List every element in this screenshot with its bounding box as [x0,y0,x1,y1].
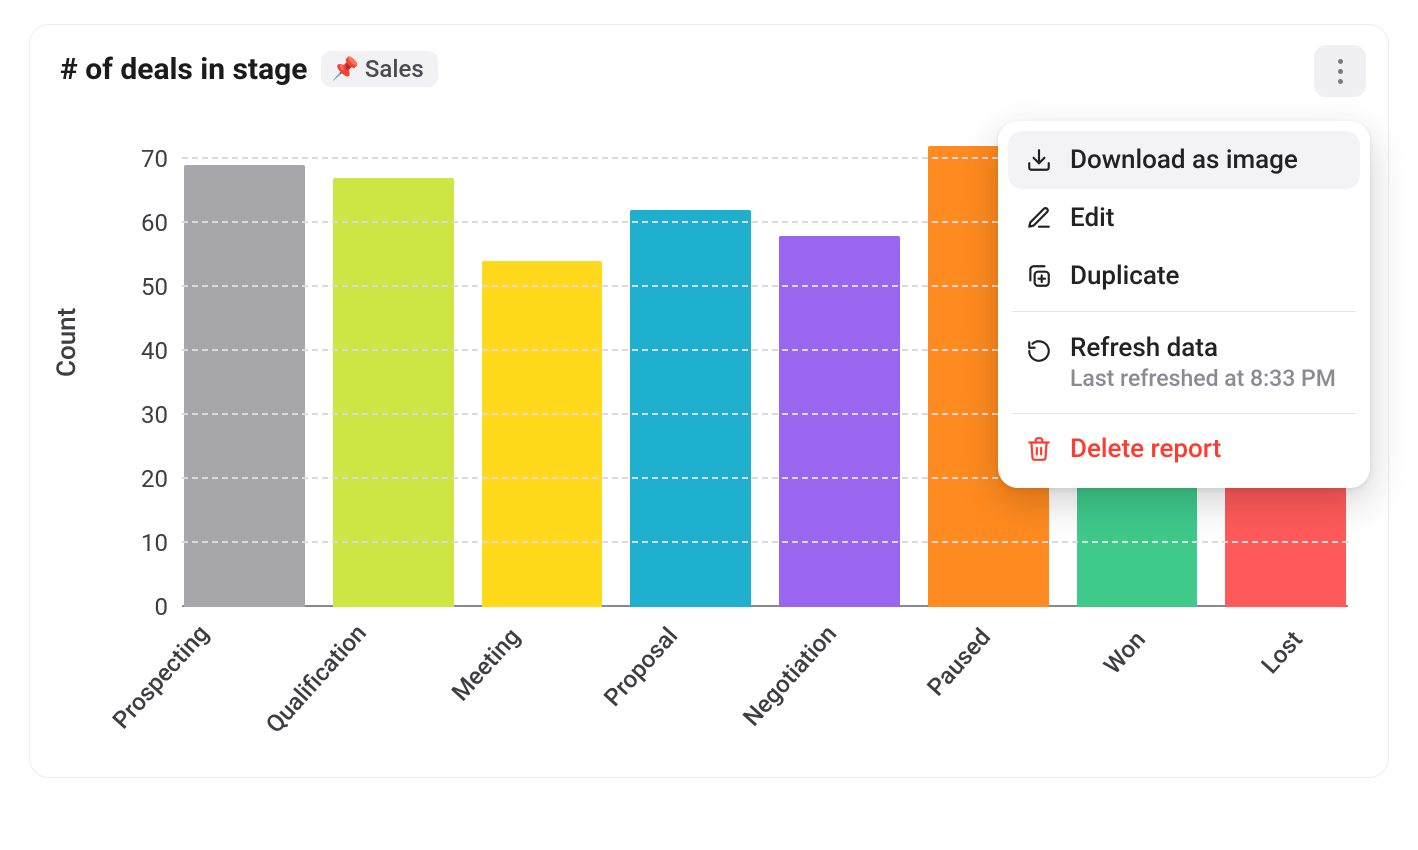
tag-label: Sales [365,55,424,83]
x-tick-label: Paused [921,623,995,701]
x-tick-label: Meeting [446,622,526,706]
menu-item-download[interactable]: Download as image [1008,131,1360,189]
x-tick-label: Lost [1255,626,1307,680]
x-axis-labels: ProspectingQualificationMeetingProposalN… [120,617,1348,767]
tag-sales[interactable]: 📌 Sales [321,51,437,87]
bar[interactable] [779,236,900,607]
menu-label: Refresh data [1070,332,1336,365]
x-tick-label: Proposal [598,622,683,712]
menu-sublabel: Last refreshed at 8:33 PM [1070,365,1336,394]
menu-label: Delete report [1070,434,1221,464]
menu-item-duplicate[interactable]: Duplicate [1008,247,1360,305]
menu-item-edit[interactable]: Edit [1008,189,1360,247]
bar-slot [779,127,900,607]
bar-slot [184,127,305,607]
bar[interactable] [482,261,603,607]
menu-label: Duplicate [1070,261,1179,291]
menu-item-delete[interactable]: Delete report [1008,420,1360,478]
context-menu: Download as image Edit Duplicate Refresh… [998,121,1370,488]
y-tick-label: 20 [124,465,168,493]
bar[interactable] [630,210,751,607]
card-title: # of deals in stage [60,52,307,87]
more-options-button[interactable] [1314,45,1366,97]
kebab-icon [1338,56,1343,86]
refresh-icon [1024,336,1054,366]
y-tick-label: 70 [124,145,168,173]
x-tick-label: Won [1098,625,1151,679]
duplicate-icon [1024,261,1054,291]
card-header: # of deals in stage 📌 Sales [60,51,1358,87]
download-icon [1024,145,1054,175]
menu-separator [1012,413,1356,414]
edit-icon [1024,203,1054,233]
menu-item-refresh[interactable]: Refresh data Last refreshed at 8:33 PM [1008,318,1360,407]
y-tick-label: 30 [124,401,168,429]
x-tick-label: Negotiation [737,620,842,732]
y-tick-label: 10 [124,529,168,557]
bar-slot [482,127,603,607]
bar-slot [630,127,751,607]
menu-label: Download as image [1070,145,1298,175]
x-tick-label: Qualification [260,619,372,739]
trash-icon [1024,434,1054,464]
pin-icon: 📌 [331,57,358,82]
y-tick-label: 50 [124,273,168,301]
y-axis-label: Count [52,308,82,377]
y-tick-label: 60 [124,209,168,237]
x-tick-label: Prospecting [107,619,214,734]
menu-label: Edit [1070,203,1114,233]
y-tick-label: 40 [124,337,168,365]
bar-slot [333,127,454,607]
menu-separator [1012,311,1356,312]
grid-line [182,541,1348,543]
chart-card: # of deals in stage 📌 Sales Count 010203… [29,24,1389,778]
